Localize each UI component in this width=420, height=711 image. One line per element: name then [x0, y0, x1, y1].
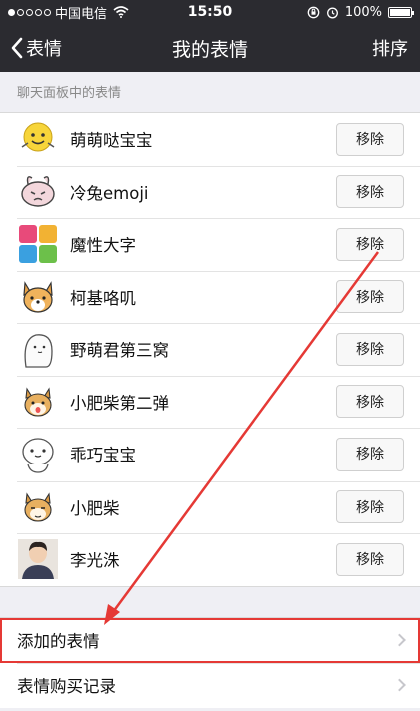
remove-button[interactable]: 移除 [336, 122, 404, 156]
emoji-pack-item: 野萌君第三窝 移除 [0, 323, 420, 376]
emoji-pack-item: 冷兔emoji 移除 [0, 165, 420, 219]
cat-sticker-icon [16, 327, 60, 371]
section-label: 聊天面板中的表情 [17, 86, 122, 101]
emoji-pack-name: 萌萌哒宝宝 [70, 131, 153, 151]
emoji-pack-item: 小肥柴第二弹 移除 [0, 375, 420, 429]
back-label: 表情 [26, 39, 62, 60]
emoji-pack-name: 小肥柴 [70, 498, 120, 518]
text-sticker-icon [16, 222, 60, 266]
emoji-pack-name: 柯基咯叽 [70, 288, 136, 308]
remove-button[interactable]: 移除 [336, 437, 404, 471]
chevron-left-icon [11, 37, 23, 59]
added-emoji-label: 添加的表情 [17, 632, 100, 651]
emoji-pack-name: 魔性大字 [70, 236, 136, 256]
nav-bar: 表情 我的表情 排序 [0, 24, 420, 72]
sort-button[interactable]: 排序 [372, 35, 420, 61]
emoji-pack-name: 乖巧宝宝 [70, 446, 136, 466]
page-title: 我的表情 [171, 38, 248, 61]
remove-button[interactable]: 移除 [336, 280, 404, 314]
smiley-face-icon [16, 117, 60, 161]
remove-button[interactable]: 移除 [336, 385, 404, 419]
purchase-history-label: 表情购买记录 [17, 677, 116, 696]
rabbit-icon [16, 170, 60, 214]
purchase-history-row[interactable]: 表情购买记录 [0, 662, 420, 708]
remove-button[interactable]: 移除 [336, 332, 404, 366]
remove-button[interactable]: 移除 [336, 542, 404, 576]
emoji-pack-item: 小肥柴 移除 [0, 480, 420, 534]
person-photo-icon [16, 537, 60, 581]
corgi-icon [16, 275, 60, 319]
added-emoji-row[interactable]: 添加的表情 [0, 617, 420, 663]
clock: 15:50 [187, 4, 233, 20]
shiba-icon [16, 485, 60, 529]
emoji-pack-item: 萌萌哒宝宝 移除 [0, 113, 420, 166]
chevron-right-icon [393, 633, 406, 647]
status-bar: 中国电信 15:50 100% [0, 0, 420, 24]
emoji-pack-name: 李光洙 [70, 551, 120, 571]
emoji-pack-name: 冷兔emoji [70, 183, 149, 203]
remove-button[interactable]: 移除 [336, 227, 404, 261]
remove-button[interactable]: 移除 [336, 490, 404, 524]
back-button[interactable]: 表情 [0, 35, 62, 61]
emoji-pack-item: 乖巧宝宝 移除 [0, 428, 420, 481]
chevron-right-icon [393, 678, 406, 692]
battery-icon [388, 6, 414, 18]
emoji-pack-name: 小肥柴第二弹 [70, 393, 169, 413]
emoji-pack-item: 魔性大字 移除 [0, 218, 420, 271]
emoji-pack-name: 野萌君第三窝 [70, 341, 169, 361]
shiba-icon [16, 380, 60, 424]
settings-list: 添加的表情 表情购买记录 [0, 616, 420, 708]
emoji-pack-list: 萌萌哒宝宝 移除 冷兔emoji 移除 魔性大字 移除 柯基咯叽 移除 野萌君第… [0, 112, 420, 587]
remove-button[interactable]: 移除 [336, 175, 404, 209]
emoji-pack-item: 柯基咯叽 移除 [0, 270, 420, 324]
round-baby-icon [16, 432, 60, 476]
emoji-pack-item: 李光洙 移除 [0, 533, 420, 586]
